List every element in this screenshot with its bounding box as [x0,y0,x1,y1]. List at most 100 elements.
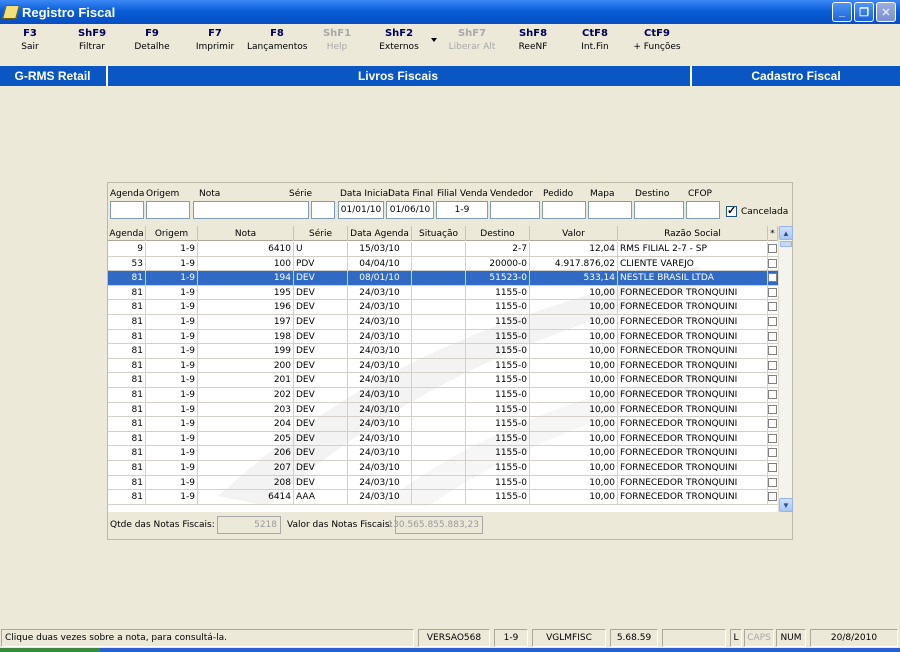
table-row[interactable]: 81 1-9 207 DEV 24/03/10 1155-0 10,00 FORNECEDOR… [108,461,778,476]
scroll-down-button[interactable]: ▼ [779,498,793,512]
cell-razao-social: FORNECEDOR TRONQUINI [618,475,768,490]
table-row[interactable]: 53 1-9 100 PDV 04/04/10 20000-0 4.917.876,02 CL… [108,256,778,272]
table-row[interactable]: 9 1-9 6410 U 15/03/10 2-7 12,04 RMS FILIAL 2-7 … [108,242,778,257]
row-checkbox[interactable] [768,346,777,356]
row-checkbox[interactable] [768,360,777,370]
row-checkbox[interactable] [768,258,777,268]
cell-serie: DEV [294,329,348,344]
cell-destino: 1155-0 [466,490,530,505]
row-checkbox[interactable] [768,448,777,458]
pedido-input[interactable] [542,201,586,219]
table-row[interactable]: 81 1-9 202 DEV 24/03/10 1155-0 10,00 FORNECEDOR… [108,388,778,403]
table-row[interactable]: 81 1-9 199 DEV 24/03/10 1155-0 10,00 FORNECEDOR… [108,344,778,359]
cfop-label: CFOP [688,189,712,199]
row-checkbox[interactable] [768,404,777,414]
f8-lancamentos-button[interactable]: F8 Lançamentos [247,28,307,52]
close-button[interactable]: ✕ [876,2,896,22]
row-checkbox[interactable] [768,273,777,283]
shf9-filtrar-button[interactable]: ShF9 Filtrar [62,28,122,52]
mapa-input[interactable] [588,201,632,219]
grid-vertical-scrollbar[interactable]: ▲ ▼ [778,226,793,512]
cell-valor: 10,00 [530,358,618,373]
col-agenda-header[interactable]: Agenda [108,226,146,241]
window-titlebar[interactable]: Registro Fiscal _ ❐ ✕ [0,0,900,24]
col-razao-social-header[interactable]: Razão Social [618,226,768,241]
col-nota-header[interactable]: Nota [198,226,294,241]
maximize-button[interactable]: ❐ [854,2,874,22]
destino-input[interactable] [634,201,684,219]
cell-destino: 1155-0 [466,417,530,432]
col-situacao-header[interactable]: Situação [412,226,466,241]
cell-nota: 204 [198,417,294,432]
col-serie-header[interactable]: Série [294,226,348,241]
minimize-button[interactable]: _ [832,2,852,22]
serie-filter-label: Série [289,189,312,199]
row-checkbox[interactable] [768,331,777,341]
data-final-input[interactable]: 01/06/10 [386,201,434,219]
ctf9-mais-funcoes-button[interactable]: CtF9 + Funções [627,28,687,52]
cell-razao-social: FORNECEDOR TRONQUINI [618,329,768,344]
valor-notas-value: 130.565.855.883,23 [387,516,483,534]
serie-input[interactable] [311,201,335,219]
row-checkbox[interactable] [768,463,777,472]
row-checkbox[interactable] [768,433,777,443]
table-row[interactable]: 81 1-9 200 DEV 24/03/10 1155-0 10,00 FORNECEDOR… [108,358,778,374]
table-row[interactable]: 81 1-9 201 DEV 24/03/10 1155-0 10,00 FORNECEDOR… [108,373,778,388]
agenda-input[interactable] [110,201,144,219]
cell-data-agenda: 04/04/10 [348,256,412,271]
row-checkbox[interactable] [768,287,777,297]
row-checkbox[interactable] [768,317,777,326]
table-row[interactable]: 81 1-9 197 DEV 24/03/10 1155-0 10,00 FORNECEDOR… [108,315,778,330]
row-checkbox[interactable] [768,244,777,253]
table-row[interactable]: 81 1-9 203 DEV 24/03/10 1155-0 10,00 FORNECEDOR… [108,402,778,418]
scroll-up-button[interactable]: ▲ [779,226,793,240]
table-row[interactable]: 81 1-9 195 DEV 24/03/10 1155-0 10,00 FORNECEDOR… [108,285,778,301]
f9-detalhe-button[interactable]: F9 Detalhe [122,28,182,52]
row-checkbox[interactable] [768,375,777,385]
table-row[interactable]: 81 1-9 205 DEV 24/03/10 1155-0 10,00 FORNECEDOR… [108,431,778,447]
cell-data-agenda: 24/03/10 [348,373,412,388]
filial-venda-input[interactable]: 1-9 [436,201,488,219]
externos-dropdown-icon[interactable] [431,38,437,42]
shf1-help-button[interactable]: ShF1 Help [307,28,367,52]
f7-imprimir-button[interactable]: F7 Imprimir [185,28,245,52]
col-origem-header[interactable]: Origem [146,226,198,241]
cell-situacao [412,300,466,315]
col-data-agenda-header[interactable]: Data Agenda [348,226,412,241]
col-flag-header[interactable]: * [768,226,778,241]
cell-valor: 10,00 [530,490,618,505]
f7-key-label: F7 [208,28,222,39]
scroll-thumb[interactable] [780,241,792,247]
origem-input[interactable] [146,201,190,219]
notas-fiscais-grid[interactable]: Agenda Origem Nota Série Data Agenda Sit… [108,226,778,512]
table-row[interactable]: 81 1-9 196 DEV 24/03/10 1155-0 10,00 FORNECEDOR… [108,300,778,315]
data-inicial-input[interactable]: 01/01/10 [338,201,384,219]
nota-input[interactable] [193,201,309,219]
table-row[interactable]: 81 1-9 6414 AAA 24/03/10 1155-0 10,00 FORNECEDO… [108,490,778,505]
table-row[interactable]: 81 1-9 206 DEV 24/03/10 1155-0 10,00 FORNECEDOR… [108,446,778,461]
table-row[interactable]: 81 1-9 194 DEV 08/01/10 51523-0 533,14 NESTLE B… [108,271,778,286]
row-checkbox[interactable] [768,477,777,487]
cell-nota: 6410 [198,242,294,256]
ctf8-int-fin-button[interactable]: CtF8 Int.Fin [565,28,625,52]
shf8-reenf-button[interactable]: ShF8 ReeNF [503,28,563,52]
row-checkbox[interactable] [768,390,777,399]
cell-situacao [412,285,466,300]
table-row[interactable]: 81 1-9 208 DEV 24/03/10 1155-0 10,00 FORNECEDOR… [108,475,778,491]
f3-sair-button[interactable]: F3 Sair [0,28,60,52]
row-checkbox[interactable] [768,419,777,429]
shf2-externos-button[interactable]: ShF2 Externos [369,28,429,52]
cell-agenda: 81 [108,271,146,286]
row-checkbox[interactable] [768,492,777,502]
col-valor-header[interactable]: Valor [530,226,618,241]
row-checkbox[interactable] [768,302,777,312]
table-row[interactable]: 81 1-9 204 DEV 24/03/10 1155-0 10,00 FORNECEDOR… [108,417,778,432]
table-row[interactable]: 81 1-9 198 DEV 24/03/10 1155-0 10,00 FORNECEDOR… [108,329,778,345]
vendedor-input[interactable] [490,201,540,219]
shf7-liberar-alt-button[interactable]: ShF7 Liberar Alt [442,28,502,52]
ctf9-key-label: CtF9 [644,28,670,39]
cfop-input[interactable] [686,201,720,219]
col-destino-header[interactable]: Destino [466,226,530,241]
cancelada-checkbox[interactable] [726,204,737,217]
cell-data-agenda: 24/03/10 [348,344,412,359]
